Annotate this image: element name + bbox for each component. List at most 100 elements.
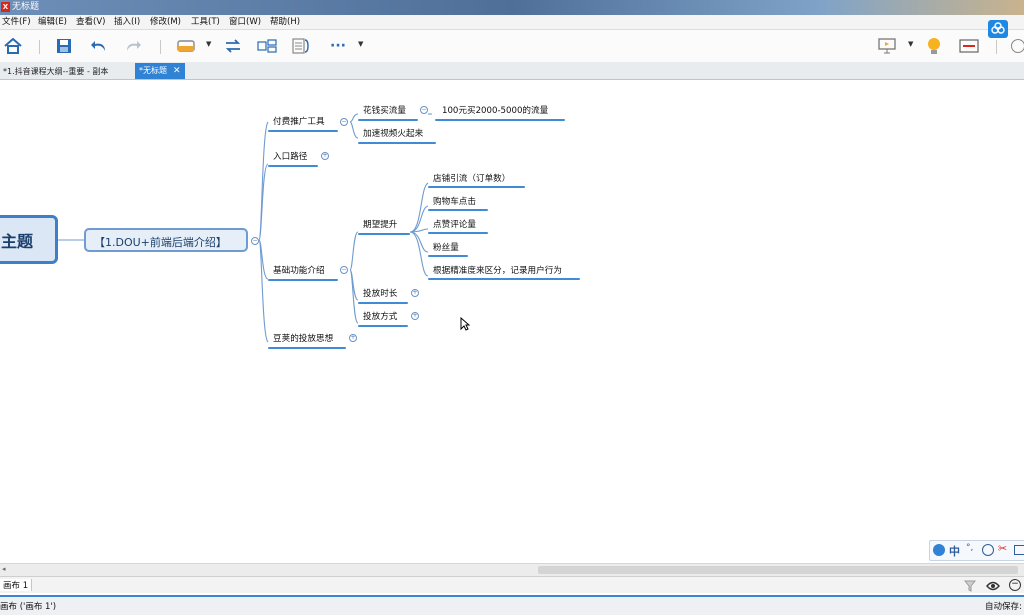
toolbar-separator [160,40,161,54]
chevron-down-icon[interactable]: ▼ [908,40,913,48]
topic-underline [428,209,488,211]
collapse-toggle[interactable]: − [420,106,428,114]
mouse-cursor-icon [460,317,470,331]
cloud-sync-icon[interactable] [988,20,1008,38]
root-topic[interactable]: 主题 [0,215,58,264]
topic-underline [268,165,318,167]
eye-icon[interactable] [986,580,1000,592]
toolbar-separator [996,40,997,54]
chevron-down-icon[interactable]: ▼ [206,40,211,48]
ime-tool-icon[interactable]: ✂ [998,542,1007,555]
tab-untitled-label: *无标题 [139,66,167,75]
window-title: 无标题 [12,2,40,12]
expand-toggle[interactable]: + [411,289,419,297]
topic-underline [268,347,346,349]
topic-expect-boost[interactable]: 期望提升 [363,219,397,231]
close-icon[interactable]: ✕ [173,66,181,76]
main-topic-label: 【1.DOU+前端后端介绍】 [94,236,227,249]
topic-underline [428,255,468,257]
topic-underline [428,278,580,280]
topic-entry-path[interactable]: 入口路径 [273,151,307,163]
collapse-toggle[interactable]: − [251,237,259,245]
topic-underline [268,279,338,281]
topic-likes-comments[interactable]: 点赞评论量 [433,219,476,231]
ime-punctuation[interactable]: °, [966,543,973,553]
topic-buy-traffic-detail[interactable]: 100元买2000-5000的流量 [442,105,548,117]
ime-emoji-icon[interactable] [982,544,994,556]
topic-followers[interactable]: 粉丝量 [433,242,459,254]
save-icon[interactable] [54,36,74,56]
undo-icon[interactable] [89,36,109,56]
chevron-down-icon[interactable]: ▼ [358,40,363,48]
menu-tools[interactable]: 工具(T) [191,16,220,28]
insert-topic-icon[interactable] [176,36,196,56]
topic-shop-traffic[interactable]: 店铺引流（订单数） [433,173,510,185]
toolbar-separator [39,40,40,54]
menu-insert[interactable]: 插入(I) [114,16,140,28]
ime-toolbar: 中 °, ✂ [929,540,1024,561]
menu-help[interactable]: 帮助(H) [270,16,300,28]
document-tab-bar: *1.抖音课程大纲--重要 - 副本 *无标题 ✕ [0,62,1024,80]
search-icon[interactable] [1011,39,1024,53]
menu-view[interactable]: 查看(V) [76,16,105,28]
menu-window[interactable]: 窗口(W) [229,16,261,28]
topic-video-hot[interactable]: 加速视频火起来 [363,128,423,140]
tab-untitled[interactable]: *无标题 ✕ [135,63,185,79]
filter-icon[interactable] [964,580,976,592]
tab-course-outline[interactable]: *1.抖音课程大纲--重要 - 副本 [3,64,108,79]
collapse-toggle[interactable]: − [340,266,348,274]
menu-bar: 文件(F) 编辑(E) 查看(V) 插入(I) 修改(M) 工具(T) 窗口(W… [0,15,1024,30]
topic-doujia-thinking[interactable]: 豆荚的投放思想 [273,333,333,345]
sheet-tab-canvas-1[interactable]: 画布 1 [0,579,33,591]
topic-basic-features[interactable]: 基础功能介绍 [273,265,325,277]
horizontal-scrollbar[interactable]: ◂ [0,563,1024,576]
status-canvas-info: 画布 ('画布 1') [0,602,57,612]
topic-cart-click[interactable]: 购物车点击 [433,196,476,208]
topic-underline [358,325,408,327]
scroll-left-icon[interactable]: ◂ [2,565,6,573]
home-icon[interactable] [3,36,23,56]
presentation-icon[interactable] [877,36,897,56]
relationship-icon[interactable] [223,36,243,56]
menu-file[interactable]: 文件(F) [2,16,31,28]
topic-underline [358,233,410,235]
mindmap-canvas[interactable]: 主题 【1.DOU+前端后端介绍】 − 付费推广工具 − 入口路径 + 基础功能… [0,80,1024,562]
root-topic-label: 主题 [1,232,34,251]
topic-precision[interactable]: 根据精准度来区分，记录用户行为 [433,265,562,277]
status-autosave[interactable]: 自动保存: 开 [985,600,1024,612]
menu-edit[interactable]: 编辑(E) [38,16,67,28]
topic-underline [428,186,525,188]
topic-duration[interactable]: 投放时长 [363,288,397,300]
sheet-bar: 画布 1 − [0,576,1024,593]
expand-toggle[interactable]: + [321,152,329,160]
menu-modify[interactable]: 修改(M) [150,16,181,28]
more-icon[interactable]: ··· [328,36,348,56]
main-topic[interactable]: 【1.DOU+前端后端介绍】 [84,228,248,252]
outline-panel-icon[interactable] [959,36,979,56]
connector-lines [58,113,432,343]
collapse-toggle[interactable]: − [340,118,348,126]
summary-icon[interactable] [291,36,311,56]
topic-underline [268,130,338,132]
topic-method[interactable]: 投放方式 [363,311,397,323]
topic-underline [358,142,436,144]
scroll-thumb[interactable] [538,566,1018,574]
expand-toggle[interactable]: + [349,334,357,342]
boundary-icon[interactable] [257,36,277,56]
topic-underline [435,119,565,121]
ime-language[interactable]: 中 [949,543,960,559]
redo-icon[interactable] [123,36,143,56]
title-bar: X 无标题 [0,0,1024,15]
topic-underline [358,302,408,304]
topic-paid-tools[interactable]: 付费推广工具 [273,116,325,128]
topic-underline [358,119,418,121]
expand-toggle[interactable]: + [411,312,419,320]
toolbar: ▼ ··· ▼ ▼ [0,20,1024,62]
ime-user-icon[interactable] [933,544,945,556]
zoom-out-icon[interactable]: − [1009,579,1021,591]
status-bar: 画布 ('画布 1') 自动保存: 开 [0,595,1024,615]
topic-underline [428,232,488,234]
topic-buy-traffic[interactable]: 花钱买流量 [363,105,406,117]
ime-keyboard-icon[interactable] [1014,545,1024,555]
lightbulb-icon[interactable] [924,36,944,56]
